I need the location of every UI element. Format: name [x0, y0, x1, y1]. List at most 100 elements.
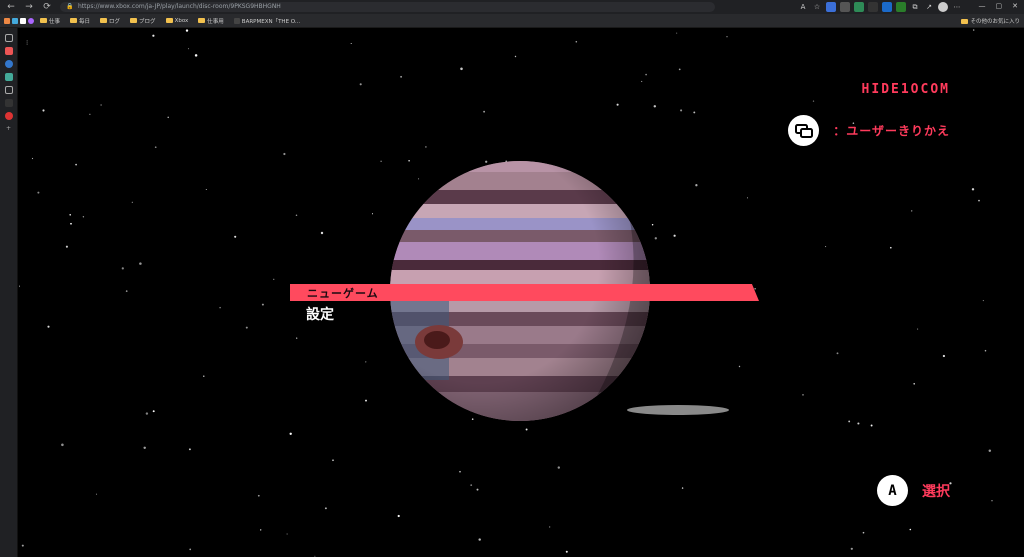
reload-icon[interactable]: ⟳ [40, 0, 54, 14]
star [812, 100, 815, 102]
stream-menu-icon[interactable]: ⁞ [26, 39, 28, 47]
star [187, 48, 190, 50]
star [653, 105, 657, 108]
star [260, 529, 262, 531]
star [641, 80, 643, 83]
star [942, 354, 946, 358]
read-aloud-icon[interactable]: A [798, 2, 808, 12]
star [972, 29, 975, 31]
star [514, 55, 517, 58]
star [295, 214, 298, 216]
tab-actions-icon[interactable] [4, 34, 13, 42]
folder-icon [130, 18, 138, 23]
star [726, 36, 728, 38]
star [913, 383, 915, 385]
folder-icon [165, 18, 173, 23]
favorite-star-icon[interactable]: ☆ [812, 2, 822, 12]
star [273, 278, 275, 280]
extension-icon[interactable] [882, 2, 892, 12]
address-bar[interactable]: 🔒 https://www.xbox.com/ja-JP/play/launch… [60, 2, 715, 12]
star [738, 365, 741, 368]
sidebar-app-icon[interactable] [4, 86, 13, 94]
more-icon[interactable]: ⋯ [952, 2, 962, 12]
star [257, 494, 260, 497]
select-prompt[interactable]: A 選択 [877, 475, 950, 506]
folder-icon [198, 18, 206, 23]
star [95, 493, 98, 495]
star [365, 399, 367, 402]
forward-icon[interactable]: → [22, 0, 36, 14]
star [89, 113, 91, 115]
close-button[interactable]: ✕ [1012, 2, 1018, 10]
bookmark-icon[interactable] [28, 17, 34, 24]
star [371, 213, 374, 215]
extension-icon[interactable] [826, 2, 836, 12]
star [131, 201, 133, 203]
star [680, 109, 683, 112]
bookmark-label: Xbox [174, 17, 189, 24]
star [61, 443, 64, 447]
sidebar-app-icon[interactable] [4, 99, 13, 107]
switch-user-label: ：ユーザーきりかえ [833, 124, 950, 138]
switch-user-prompt[interactable]: ：ユーザーきりかえ [788, 115, 950, 146]
lock-icon: 🔒 [66, 3, 74, 10]
star [693, 111, 696, 114]
apps-icon[interactable] [4, 17, 10, 24]
star [425, 146, 427, 148]
back-icon[interactable]: ← [4, 0, 18, 14]
bookmark-icon[interactable] [12, 17, 18, 24]
extension-icon[interactable] [840, 2, 850, 12]
star [145, 412, 149, 415]
extension-icon[interactable] [868, 2, 878, 12]
bookmark-link[interactable]: BARPMEXN「THE O... [230, 17, 304, 25]
star [654, 237, 657, 240]
extension-icon[interactable] [854, 2, 864, 12]
bookmark-folder[interactable]: 仕事 [36, 17, 64, 25]
star [188, 448, 191, 451]
collections-icon[interactable]: ⧉ [910, 2, 920, 12]
a-button[interactable]: A [877, 475, 908, 506]
profile-avatar-icon[interactable] [938, 2, 948, 12]
star [320, 231, 324, 235]
bookmark-icon[interactable] [20, 17, 26, 24]
bookmark-folder[interactable]: ログ [96, 17, 124, 25]
maximize-button[interactable]: ▢ [996, 2, 1003, 10]
bookmark-folder[interactable]: ブログ [126, 17, 160, 25]
star [397, 514, 400, 518]
folder-icon [100, 18, 108, 23]
bookmark-label: ログ [109, 18, 121, 25]
menu-item-settings[interactable]: 設定 [306, 304, 334, 324]
sidebar-app-icon[interactable] [4, 60, 13, 68]
game-viewport[interactable]: ⁞ HIDE1OCOM ：ユーザーきりかえ ニューゲーム 設定 A 選択 [19, 29, 1024, 557]
star [651, 223, 654, 226]
star [286, 533, 288, 535]
planet-ring-shadow [627, 405, 729, 415]
menu-item-new-game[interactable]: ニューゲーム [307, 285, 379, 301]
star [261, 303, 264, 306]
star [139, 262, 142, 265]
extension-icon[interactable] [896, 2, 906, 12]
star [143, 446, 146, 450]
sidebar-app-icon[interactable] [4, 73, 13, 81]
sidebar-app-icon[interactable] [4, 47, 13, 55]
star [754, 288, 756, 290]
add-icon[interactable]: + [5, 125, 13, 133]
star [857, 422, 860, 425]
star [862, 531, 865, 534]
star [836, 352, 839, 355]
star [332, 459, 334, 462]
share-icon[interactable]: ↗ [924, 2, 934, 12]
sidebar-app-icon[interactable] [4, 112, 13, 120]
bookmark-folder[interactable]: 仕事用 [194, 17, 228, 25]
bookmark-label: 仕事 [49, 18, 61, 25]
bookmark-folder[interactable]: Xbox [162, 18, 193, 24]
minimize-button[interactable]: — [979, 2, 986, 10]
window-controls: — ▢ ✕ [979, 2, 1019, 10]
star [400, 75, 403, 78]
other-bookmarks[interactable]: その他のお気に入り [961, 14, 1020, 28]
star [988, 449, 992, 452]
view-button[interactable] [788, 115, 820, 146]
star [673, 234, 676, 237]
bookmark-folder[interactable]: 毎日 [66, 17, 94, 25]
star [549, 526, 551, 528]
